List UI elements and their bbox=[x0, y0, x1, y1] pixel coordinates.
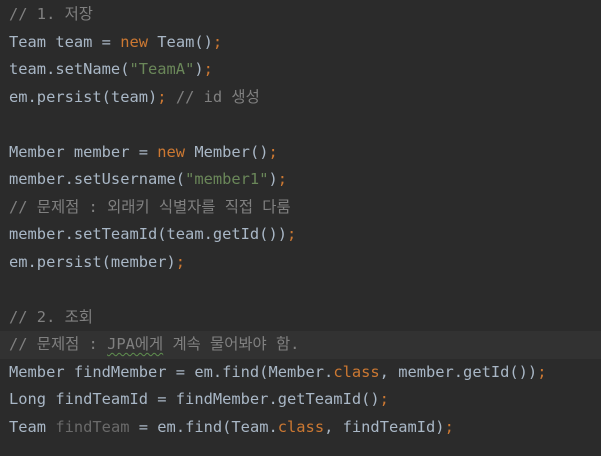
comment-typo-highlight: JPA에게 bbox=[107, 335, 164, 353]
code-text: Member() bbox=[185, 142, 269, 161]
code-text: ) bbox=[194, 60, 204, 78]
code-text: member.setTeamId(team.getId()) bbox=[9, 225, 287, 243]
code-line-16[interactable]: Team findTeam = em.find(Team.class, find… bbox=[0, 414, 601, 442]
keyword: class bbox=[277, 417, 325, 436]
semicolon: ; bbox=[444, 417, 454, 436]
code-text: , member.getId()) bbox=[379, 362, 538, 381]
code-line-3[interactable]: team.setName("TeamA"); bbox=[0, 56, 601, 84]
code-line-11[interactable] bbox=[0, 276, 601, 304]
semicolon: ; bbox=[203, 60, 213, 78]
code-line-13-current[interactable]: // 문제점 : JPA에게 계속 물어봐야 함. bbox=[0, 331, 601, 359]
code-text: ) bbox=[268, 170, 278, 188]
code-text: team.setName( bbox=[9, 60, 130, 78]
semicolon: ; bbox=[268, 142, 278, 161]
unused-variable: findTeam bbox=[55, 417, 130, 436]
code-text: Member findMember = em.find(Member. bbox=[9, 362, 334, 381]
code-line-5[interactable] bbox=[0, 111, 601, 139]
comment: // 1. 저장 bbox=[9, 5, 93, 23]
keyword: new bbox=[157, 142, 186, 161]
code-line-9[interactable]: member.setTeamId(team.getId()); bbox=[0, 221, 601, 249]
code-text: Team team = bbox=[9, 32, 121, 51]
string-literal: "member1" bbox=[185, 170, 269, 188]
string-literal: "TeamA" bbox=[129, 60, 195, 78]
semicolon: ; bbox=[157, 87, 167, 106]
code-text: member.setUsername( bbox=[9, 170, 186, 188]
semicolon: ; bbox=[537, 362, 547, 381]
code-editor[interactable]: // 1. 저장 Team team = new Team(); team.se… bbox=[0, 0, 601, 456]
comment: // 문제점 : bbox=[9, 335, 108, 353]
code-line-10[interactable]: em.persist(member); bbox=[0, 249, 601, 277]
semicolon: ; bbox=[286, 225, 297, 243]
code-text: em.persist(team) bbox=[9, 87, 158, 106]
semicolon: ; bbox=[379, 390, 389, 408]
code-text: Team() bbox=[148, 32, 213, 51]
semicolon: ; bbox=[277, 170, 288, 188]
code-line-14[interactable]: Member findMember = em.find(Member.class… bbox=[0, 359, 601, 387]
code-line-6[interactable]: Member member = new Member(); bbox=[0, 139, 601, 167]
code-line-4[interactable]: em.persist(team); // id 생성 bbox=[0, 84, 601, 112]
comment: // 문제점 : 외래키 식별자를 직접 다룸 bbox=[9, 197, 291, 216]
code-text: Long findTeamId = findMember.getTeamId() bbox=[9, 390, 380, 408]
code-text: em.persist(member) bbox=[9, 252, 176, 271]
code-line-15[interactable]: Long findTeamId = findMember.getTeamId()… bbox=[0, 386, 601, 414]
semicolon: ; bbox=[175, 252, 186, 271]
comment: 계속 물어봐야 함. bbox=[163, 335, 300, 353]
keyword: new bbox=[120, 32, 149, 51]
comment: // 2. 조회 bbox=[9, 307, 93, 326]
code-text: Member member = bbox=[9, 142, 158, 161]
code-text: Team bbox=[9, 417, 56, 436]
code-line-12[interactable]: // 2. 조회 bbox=[0, 304, 601, 332]
semicolon: ; bbox=[212, 32, 223, 51]
code-line-1[interactable]: // 1. 저장 bbox=[0, 1, 601, 29]
code-line-2[interactable]: Team team = new Team(); bbox=[0, 29, 601, 57]
comment: // id 생성 bbox=[166, 87, 260, 106]
code-text: , findTeamId) bbox=[324, 417, 445, 436]
keyword: class bbox=[333, 362, 380, 381]
code-line-8[interactable]: // 문제점 : 외래키 식별자를 직접 다룸 bbox=[0, 194, 601, 222]
code-line-7[interactable]: member.setUsername("member1"); bbox=[0, 166, 601, 194]
code-text: = em.find(Team. bbox=[129, 417, 278, 436]
